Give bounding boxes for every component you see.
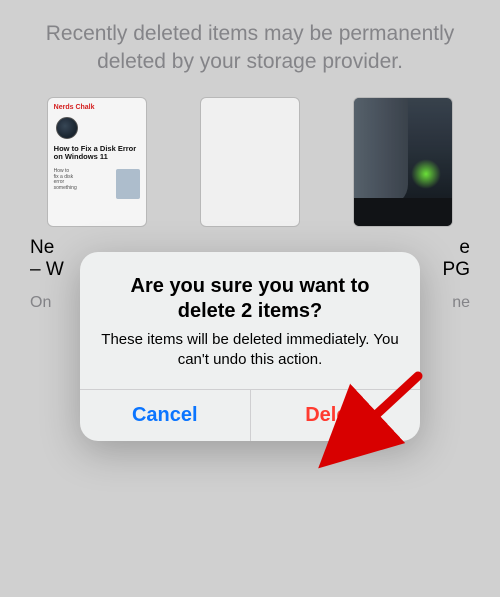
alert-title: Are you sure you want to delete 2 items?: [100, 274, 400, 324]
cancel-button[interactable]: Cancel: [80, 390, 251, 441]
delete-confirmation-alert: Are you sure you want to delete 2 items?…: [80, 252, 420, 441]
alert-message: These items will be deleted immediately.…: [100, 330, 400, 369]
alert-button-row: Cancel Delete: [80, 389, 420, 441]
delete-button[interactable]: Delete: [251, 390, 421, 441]
alert-body: Are you sure you want to delete 2 items?…: [80, 252, 420, 389]
